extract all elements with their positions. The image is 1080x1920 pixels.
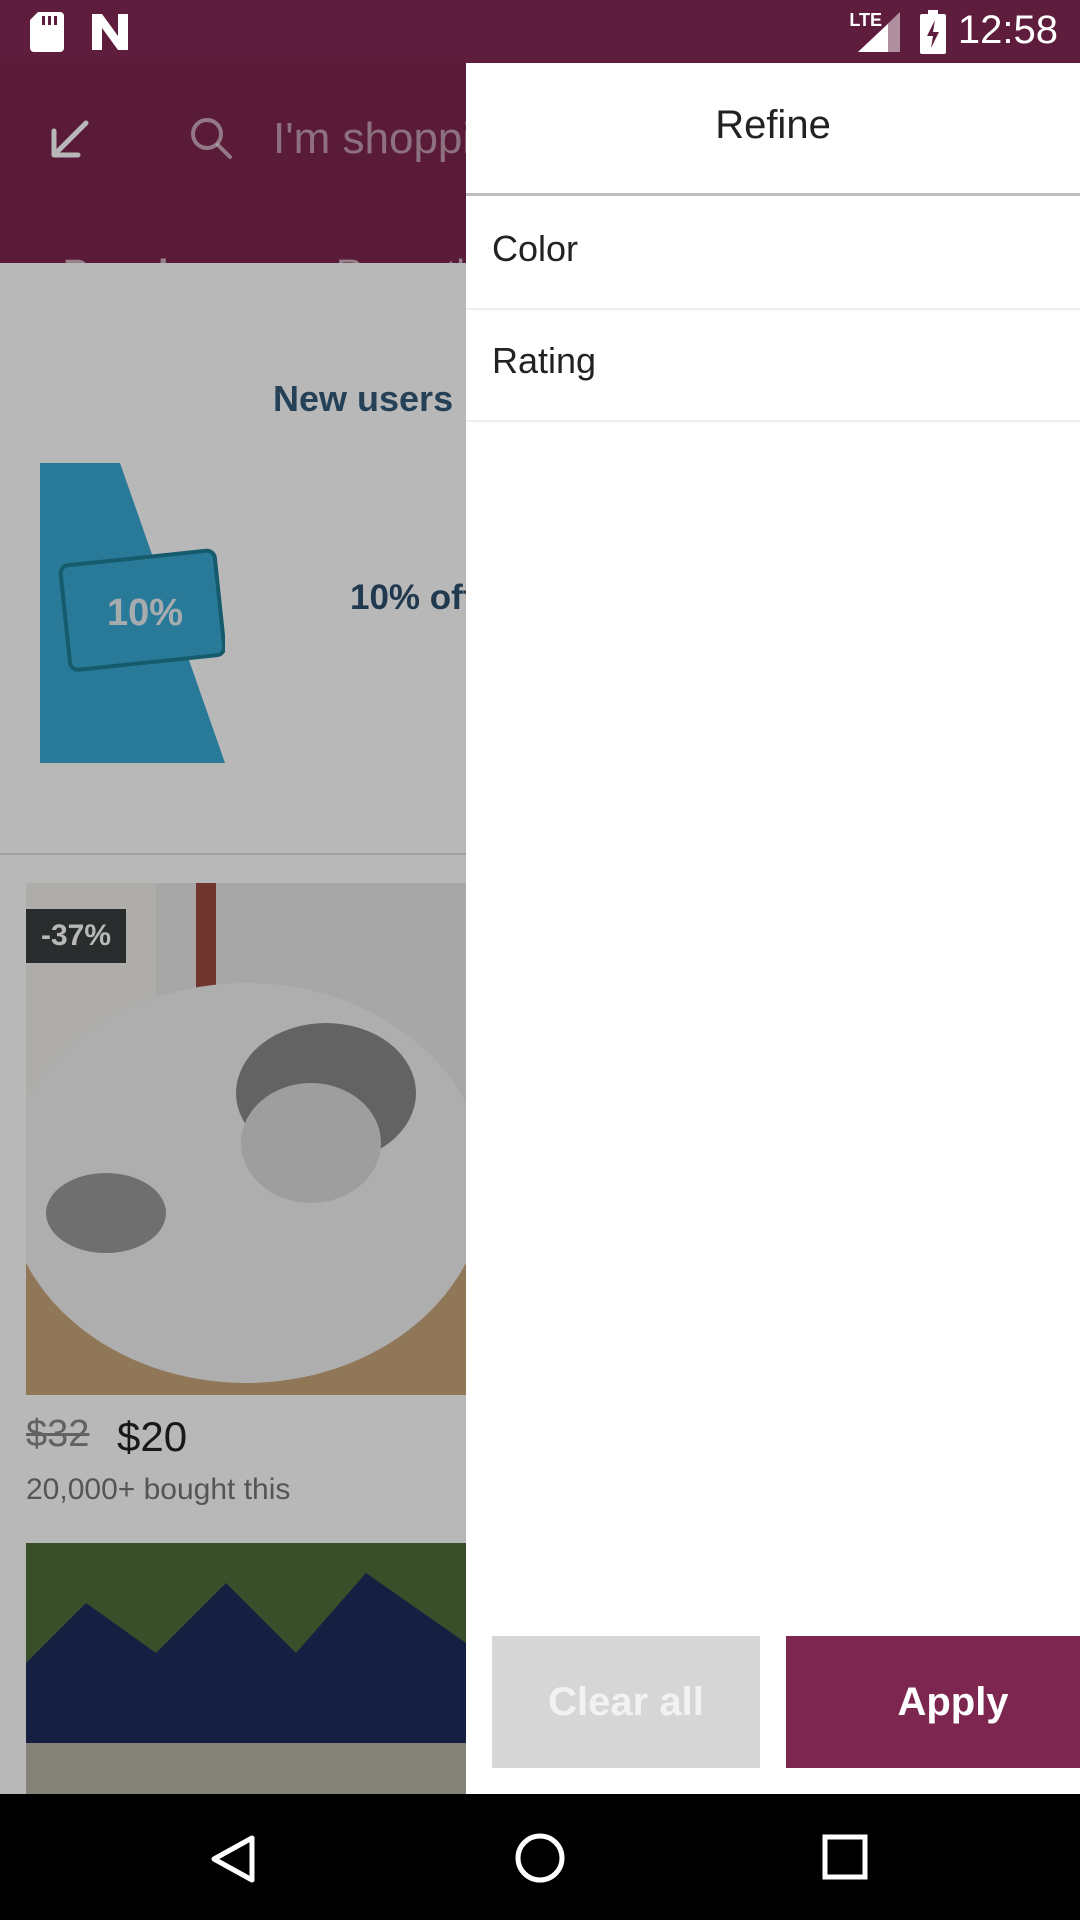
filter-rating[interactable]: Rating [466,310,1080,422]
scrim-overlay[interactable] [0,63,466,1794]
recents-nav-icon[interactable] [822,1834,868,1880]
drawer-title: Refine [715,103,831,147]
filter-color-label: Color [492,228,579,269]
n-logo-icon [92,14,128,50]
back-nav-icon[interactable] [210,1834,256,1884]
filter-rating-label: Rating [492,340,597,381]
home-nav-icon[interactable] [514,1832,566,1884]
apply-button[interactable]: Apply [786,1636,1080,1768]
header-divider [466,193,1080,196]
clear-all-button[interactable]: Clear all [492,1636,760,1768]
status-bar: LTE 12:58 [0,0,1080,63]
filter-color[interactable]: Color [466,198,1080,310]
clock: 12:58 [957,8,1058,52]
battery-charging-icon [920,10,946,54]
signal-icon [858,12,900,52]
refine-drawer: Refine Color Rating Clear all Apply [466,63,1080,1794]
navigation-bar [0,1794,1080,1920]
sd-card-icon [30,12,64,52]
